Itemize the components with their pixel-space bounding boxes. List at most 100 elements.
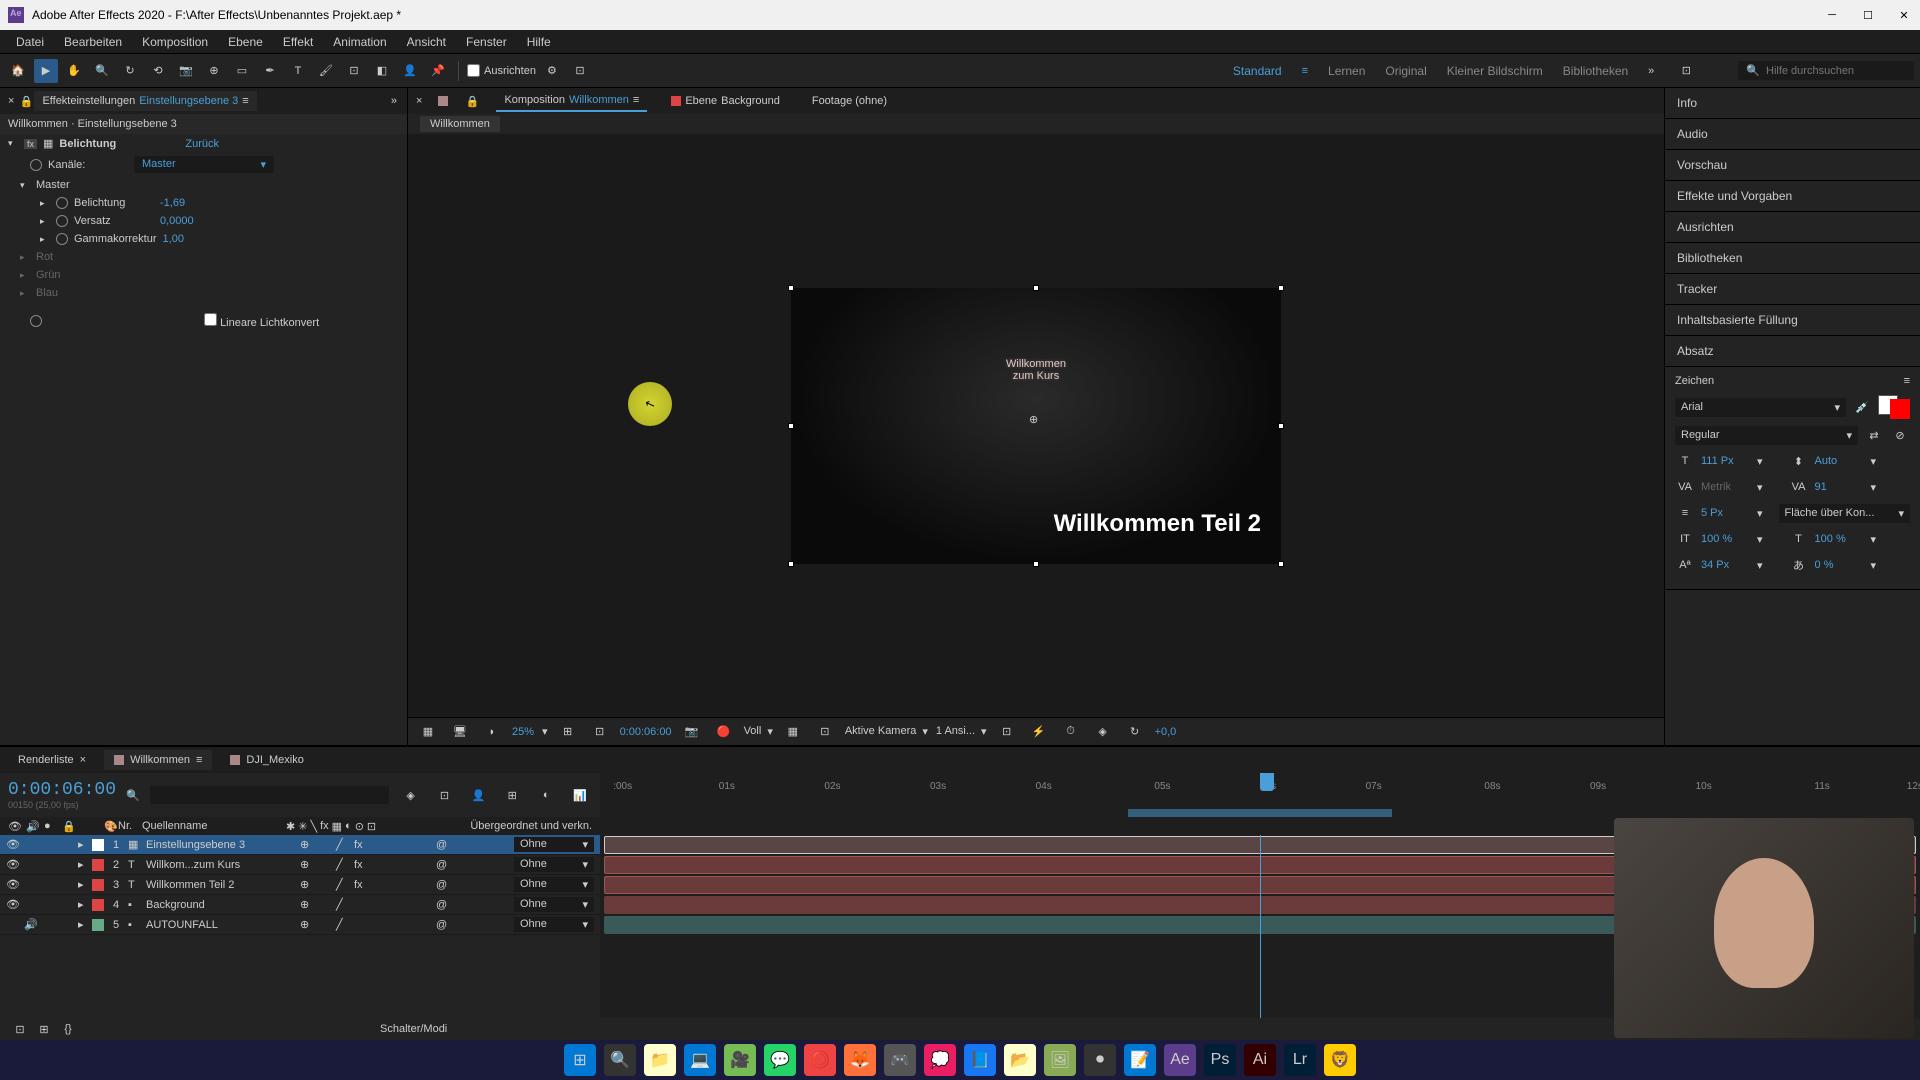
alpha-icon[interactable]: ▦ xyxy=(416,720,440,744)
switch-icon[interactable]: ◐ xyxy=(345,820,352,833)
layer-name[interactable]: Willkom...zum Kurs xyxy=(146,859,296,871)
panel-vorschau[interactable]: Vorschau xyxy=(1665,150,1920,181)
playhead-line[interactable] xyxy=(1260,835,1261,1018)
layer-switch[interactable]: ╱ xyxy=(336,858,350,871)
workspace-kleiner[interactable]: Kleiner Bildschirm xyxy=(1447,64,1543,78)
composition-tab[interactable]: Komposition Willkommen ≡ xyxy=(496,90,647,112)
menu-animation[interactable]: Animation xyxy=(323,31,396,53)
rotate-tool[interactable]: ⟲ xyxy=(146,59,170,83)
playhead[interactable] xyxy=(1260,773,1274,791)
linear-stopwatch[interactable] xyxy=(30,315,42,327)
panel-overflow-icon[interactable]: » xyxy=(385,95,403,107)
taskbar-app-icon[interactable]: Ai xyxy=(1244,1044,1276,1076)
panel-tracker[interactable]: Tracker xyxy=(1665,274,1920,305)
roi-icon[interactable]: ▦ xyxy=(781,720,805,744)
anchor-point-icon[interactable]: ⊕ xyxy=(1029,413,1043,427)
selection-handle[interactable] xyxy=(1278,285,1284,291)
taskbar-app-icon[interactable]: 🦁 xyxy=(1324,1044,1356,1076)
maximize-button[interactable]: ☐ xyxy=(1860,7,1876,23)
timeline-search-icon[interactable]: 🔍 xyxy=(126,789,140,802)
layer-label-color[interactable] xyxy=(92,899,104,911)
channels-stopwatch[interactable] xyxy=(30,159,42,171)
toggle-pane-icon[interactable]: {} xyxy=(56,1017,80,1041)
channel-icon[interactable]: 🔴 xyxy=(712,720,736,744)
taskbar-app-icon[interactable]: 📘 xyxy=(964,1044,996,1076)
draft-3d-icon[interactable]: ⊡ xyxy=(433,783,457,807)
channels-dropdown[interactable]: Master▾ xyxy=(134,156,274,173)
layer-visibility-icon[interactable]: 👁 xyxy=(6,898,20,911)
layer-expand-caret[interactable]: ▸ xyxy=(78,898,88,911)
switch-icon[interactable]: ▦ xyxy=(332,820,342,833)
switch-icon[interactable]: ✱ xyxy=(286,820,295,833)
hscale-value[interactable]: 100 % xyxy=(1815,533,1865,545)
switch-icon[interactable]: ⊡ xyxy=(367,820,376,833)
font-style-dropdown[interactable]: Regular▾ xyxy=(1675,426,1858,445)
viewer-close-icon[interactable]: × xyxy=(416,95,422,107)
switch-icon[interactable]: ╲ xyxy=(310,820,317,833)
display-icon[interactable]: 🖥 xyxy=(448,720,472,744)
selection-handle[interactable] xyxy=(1278,561,1284,567)
zoom-tool[interactable]: 🔍 xyxy=(90,59,114,83)
layer-expand-caret[interactable]: ▸ xyxy=(78,838,88,851)
audio-column-icon[interactable]: 🔊 xyxy=(26,820,40,833)
taskbar-app-icon[interactable]: 💭 xyxy=(924,1044,956,1076)
layer-switch[interactable]: fx xyxy=(354,859,368,871)
text-tool[interactable]: T xyxy=(286,59,310,83)
layer-switch[interactable]: ⊕ xyxy=(300,898,314,911)
pickwhip-icon[interactable]: @ xyxy=(436,899,450,911)
panel-close-icon[interactable]: × xyxy=(4,95,18,107)
layer-row[interactable]: 👁 ▸ 2 T Willkom...zum Kurs ⊕ ╱ fx @ Ohne… xyxy=(0,855,600,875)
parent-dropdown[interactable]: Ohne▾ xyxy=(514,857,594,872)
tracking-value[interactable]: 91 xyxy=(1815,481,1865,493)
linear-checkbox[interactable]: Lineare Lichtkonvert xyxy=(204,313,319,329)
camera-tool[interactable]: 📷 xyxy=(174,59,198,83)
flowchart-icon[interactable]: ◈ xyxy=(1091,720,1115,744)
shape-tool[interactable]: ▭ xyxy=(230,59,254,83)
pen-tool[interactable]: ✒ xyxy=(258,59,282,83)
pickwhip-icon[interactable]: @ xyxy=(436,859,450,871)
tab-menu-icon[interactable]: ≡ xyxy=(242,95,248,107)
layer-audio-icon[interactable]: 🔊 xyxy=(24,918,38,931)
layer-visibility-icon[interactable]: 👁 xyxy=(6,878,20,891)
label-column-icon[interactable]: 🎨 xyxy=(104,820,114,833)
menu-ebene[interactable]: Ebene xyxy=(218,31,273,53)
toggle-switches-icon[interactable]: ⊡ xyxy=(8,1017,32,1041)
taskbar-app-icon[interactable]: 🎮 xyxy=(884,1044,916,1076)
panel-audio[interactable]: Audio xyxy=(1665,119,1920,150)
layer-name[interactable]: AUTOUNFALL xyxy=(146,919,296,931)
snap-options-2[interactable]: ⊡ xyxy=(568,59,592,83)
timeline-timecode[interactable]: 0:00:06:00 xyxy=(8,780,116,800)
stroke-width-value[interactable]: 5 Px xyxy=(1701,507,1751,519)
shy-icon[interactable]: 👤 xyxy=(466,783,490,807)
current-time[interactable]: 0:00:06:00 xyxy=(620,726,672,738)
kerning-value[interactable]: Metrik xyxy=(1701,481,1751,493)
taskbar-app-icon[interactable]: Ae xyxy=(1164,1044,1196,1076)
time-ruler[interactable]: :00s 01s 02s 03s 04s 05s 06s 07s 08s 09s… xyxy=(600,773,1920,817)
baseline-value[interactable]: 34 Px xyxy=(1701,559,1751,571)
panel-info[interactable]: Info xyxy=(1665,88,1920,119)
layer-switch[interactable]: ⊕ xyxy=(300,878,314,891)
switch-icon[interactable]: ⊙ xyxy=(355,820,364,833)
viewer-canvas[interactable]: Willkommen zum Kurs ⊕ Willkommen Teil 2 xyxy=(408,134,1664,717)
menu-datei[interactable]: Datei xyxy=(6,31,54,53)
effect-visibility-icon[interactable]: ▦ xyxy=(43,137,53,150)
selection-tool[interactable]: ▶ xyxy=(34,59,58,83)
transparency-icon[interactable]: ⊡ xyxy=(813,720,837,744)
camera-dropdown[interactable]: Aktive Kamera▾ xyxy=(845,725,928,738)
selection-handle[interactable] xyxy=(788,285,794,291)
fast-preview-icon[interactable]: ⚡ xyxy=(1027,720,1051,744)
leading-value[interactable]: Auto xyxy=(1815,455,1865,467)
layer-switch[interactable]: ╱ xyxy=(336,918,350,931)
switch-icon[interactable]: fx xyxy=(320,820,329,833)
close-button[interactable]: ✕ xyxy=(1896,7,1912,23)
swap-colors-icon[interactable]: ⇄ xyxy=(1864,425,1884,445)
work-area[interactable] xyxy=(1128,809,1392,817)
exposure-caret[interactable]: ▸ xyxy=(40,198,50,209)
pickwhip-icon[interactable]: @ xyxy=(436,839,450,851)
layer-switch[interactable]: ⊕ xyxy=(300,858,314,871)
parent-dropdown[interactable]: Ohne▾ xyxy=(514,877,594,892)
mask-icon[interactable]: ◗ xyxy=(480,720,504,744)
taskbar-app-icon[interactable]: 📂 xyxy=(1004,1044,1036,1076)
eraser-tool[interactable]: ◧ xyxy=(370,59,394,83)
taskbar-app-icon[interactable]: Ps xyxy=(1204,1044,1236,1076)
